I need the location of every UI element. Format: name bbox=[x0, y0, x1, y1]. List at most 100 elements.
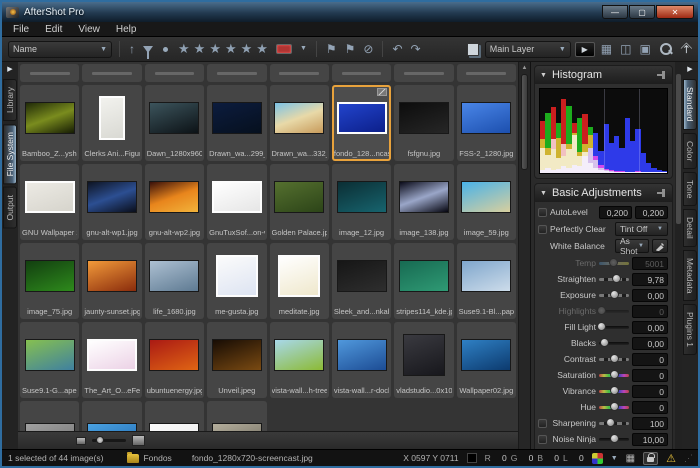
slider-knob[interactable] bbox=[609, 258, 618, 267]
autolevel-low-value[interactable]: 0,200 bbox=[599, 206, 632, 219]
thumbnail-cell[interactable]: me-gusta.jpg bbox=[207, 243, 266, 319]
left-tab-file-system[interactable]: File System bbox=[3, 124, 17, 184]
white-balance-select[interactable]: As Shot▼ bbox=[615, 239, 649, 253]
thumbnail-view-button[interactable]: ▦ bbox=[599, 40, 614, 58]
layer-select[interactable]: Main Layer▼ bbox=[485, 41, 571, 58]
thumbnail-cell[interactable]: vladstudio...0x1024.jpg bbox=[394, 322, 453, 398]
collapse-triangle-icon[interactable]: ▼ bbox=[540, 72, 547, 79]
blacks-slider[interactable] bbox=[599, 342, 629, 345]
saturation-slider[interactable] bbox=[599, 374, 629, 377]
scrollbar-thumb[interactable] bbox=[676, 74, 681, 224]
thumbnail-cell[interactable] bbox=[20, 64, 79, 82]
right-tab-color[interactable]: Color bbox=[683, 133, 697, 169]
sort-ascending-button[interactable]: ↑ bbox=[127, 40, 137, 58]
thumbnail-cell[interactable] bbox=[394, 64, 453, 82]
minimize-button[interactable]: — bbox=[602, 5, 628, 19]
thumbnail-cell[interactable]: stripes114_kde.jpg bbox=[394, 243, 453, 319]
noise-ninja-checkbox[interactable] bbox=[538, 435, 547, 444]
scroll-up-arrow[interactable]: ▲ bbox=[519, 62, 530, 73]
pin-icon[interactable] bbox=[657, 71, 667, 79]
thumbnail-cell[interactable]: Clerks Ani...Figure.jpg bbox=[82, 85, 141, 161]
flag-reject-button[interactable]: ⚑ bbox=[343, 40, 358, 58]
maximize-button[interactable]: ▢ bbox=[629, 5, 655, 19]
star-icon[interactable]: ★ bbox=[207, 41, 223, 57]
left-tab-output[interactable]: Output bbox=[3, 187, 17, 229]
rotate-right-button[interactable]: ↷ bbox=[409, 40, 423, 58]
right-tab-tone[interactable]: Tone bbox=[683, 172, 697, 206]
thumbnail-cell[interactable]: jaunty-sunset.jpg bbox=[82, 243, 141, 319]
vibrance-value[interactable]: 0 bbox=[632, 385, 668, 398]
noise-ninja-value[interactable]: 10,00 bbox=[632, 433, 668, 446]
thumbnail-cell[interactable] bbox=[82, 401, 141, 431]
sharpening-checkbox[interactable] bbox=[538, 419, 547, 428]
tint-select[interactable]: Tint Off▼ bbox=[615, 222, 668, 236]
menu-help[interactable]: Help bbox=[109, 23, 144, 36]
saturation-value[interactable]: 0 bbox=[632, 369, 668, 382]
left-tab-library[interactable]: Library bbox=[3, 79, 17, 121]
thumbnail-cell[interactable] bbox=[145, 64, 204, 82]
star-icon[interactable]: ★ bbox=[239, 41, 255, 57]
filter-button[interactable] bbox=[141, 40, 155, 58]
thumbnail-cell[interactable]: GnuTuxSof...on-v1.jpg bbox=[207, 164, 266, 240]
vibrance-slider[interactable] bbox=[599, 390, 629, 393]
slider-knob[interactable] bbox=[600, 338, 609, 347]
contrast-value[interactable]: 0 bbox=[632, 353, 668, 366]
thumbnail-cell[interactable]: fsfgnu.jpg bbox=[394, 85, 453, 161]
exposure-value[interactable]: 0,00 bbox=[632, 289, 668, 302]
right-tab-metadata[interactable]: Metadata bbox=[683, 250, 697, 301]
thumbnail-cell[interactable]: image_75.jpg bbox=[20, 243, 79, 319]
sharpening-slider[interactable] bbox=[599, 422, 629, 425]
collapse-left-panel-arrow[interactable]: ▶ bbox=[7, 64, 12, 76]
thumbnail-cell[interactable]: Unveil.jpeg bbox=[207, 322, 266, 398]
shortcut-keys-icon[interactable]: ▦ bbox=[626, 453, 635, 464]
slideshow-button[interactable]: ▶ bbox=[575, 42, 595, 57]
thumbnail-cell[interactable]: Sleek_and...nkahn.jpg bbox=[332, 243, 391, 319]
thumbnail-cell[interactable]: ubuntuenergy.jpg bbox=[145, 322, 204, 398]
perfectly-clear-checkbox[interactable] bbox=[538, 225, 547, 234]
thumbnail-cell[interactable]: Drawn_wa...332_.jpg bbox=[270, 85, 329, 161]
thumbnail-cell[interactable]: vista-wall...h-tree.jpg bbox=[270, 322, 329, 398]
thumbnail-cell[interactable]: Dawn_1280x960.jpg bbox=[145, 85, 204, 161]
thumbnail-cell[interactable]: The_Art_O...eFear.jpg bbox=[82, 322, 141, 398]
collapse-triangle-icon[interactable]: ▼ bbox=[540, 190, 547, 197]
resize-grip[interactable]: ⋰ bbox=[684, 453, 692, 464]
thumbnail-cell[interactable]: life_1680.jpg bbox=[145, 243, 204, 319]
collapse-right-panel-arrow[interactable]: ▶ bbox=[687, 64, 692, 76]
thumbnail-cell[interactable]: Golden Palace.jpg bbox=[270, 164, 329, 240]
thumbnail-cell[interactable] bbox=[20, 401, 79, 431]
grid-scrollbar[interactable]: ▲ bbox=[518, 62, 530, 449]
thumbnail-cell[interactable]: Suse9.1-G...apers.jpg bbox=[20, 322, 79, 398]
slider-knob[interactable] bbox=[96, 436, 104, 444]
star-icon[interactable]: ★ bbox=[223, 41, 239, 57]
thumbnail-cell[interactable] bbox=[207, 64, 266, 82]
temp-slider[interactable] bbox=[599, 262, 629, 265]
thumbnail-cell[interactable]: image_59.jpg bbox=[457, 164, 516, 240]
slider-knob[interactable] bbox=[597, 322, 606, 331]
thumbnail-size-slider[interactable] bbox=[92, 439, 126, 442]
fullscreen-button[interactable]: ⇱ bbox=[679, 40, 692, 58]
slider-knob[interactable] bbox=[610, 434, 619, 443]
menu-file[interactable]: File bbox=[6, 23, 36, 36]
contrast-slider[interactable] bbox=[599, 358, 629, 361]
thumbnail-cell[interactable] bbox=[332, 64, 391, 82]
thumbnail-cell[interactable]: FSS-2_1280.jpg bbox=[457, 85, 516, 161]
star-icon[interactable]: ★ bbox=[176, 41, 192, 57]
basic-adjustments-header[interactable]: ▼ Basic Adjustments bbox=[535, 184, 672, 202]
fill-light-value[interactable]: 0,00 bbox=[632, 321, 668, 334]
thumbnail-cell[interactable]: gnu-alt-wp2.jpg bbox=[145, 164, 204, 240]
thumbnail-cell[interactable] bbox=[207, 401, 266, 431]
thumbnail-cell[interactable] bbox=[82, 64, 141, 82]
slider-knob[interactable] bbox=[610, 386, 619, 395]
chevron-down-icon[interactable]: ▼ bbox=[611, 455, 618, 462]
thumbnail-cell[interactable]: fondo_128...ncast.jpg bbox=[332, 85, 391, 161]
autolevel-checkbox[interactable] bbox=[538, 208, 547, 217]
color-label-dropdown[interactable]: ▼ bbox=[298, 40, 309, 58]
color-label-button[interactable] bbox=[274, 40, 294, 58]
scrollbar-thumb[interactable] bbox=[521, 74, 528, 170]
thumbnail-cell[interactable]: vista-wall...r-dock.jpg bbox=[332, 322, 391, 398]
slider-knob[interactable] bbox=[610, 354, 619, 363]
flag-clear-button[interactable]: ⊘ bbox=[361, 40, 375, 58]
thumbnail-cell[interactable]: Bamboo_Z...ysha.jpg bbox=[20, 85, 79, 161]
hue-value[interactable]: 0 bbox=[632, 401, 668, 414]
slider-knob[interactable] bbox=[612, 274, 621, 283]
